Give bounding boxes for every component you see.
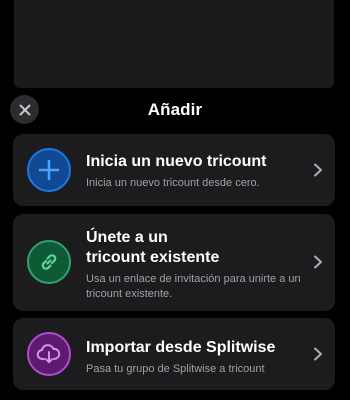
- sheet-title: Añadir: [147, 100, 203, 119]
- chevron-right-icon: [314, 347, 322, 361]
- plus-icon: [38, 159, 60, 181]
- chevron-right-icon: [314, 163, 322, 177]
- link-icon: [41, 254, 57, 270]
- join-tricount-option[interactable]: Únete a un tricount existente Usa un enl…: [13, 214, 335, 311]
- option-subtitle: Pasa tu grupo de Splitwise a tricount: [86, 363, 265, 375]
- option-title: Importar desde Splitwise: [86, 339, 276, 356]
- option-title: Únete a un tricount existente: [86, 229, 220, 266]
- cloud-download-icon-badge: [27, 332, 71, 376]
- option-subtitle: Usa un enlace de invitación para unirte …: [86, 273, 301, 300]
- screen: Añadir Inicia un nuevo tricount Inicia u…: [0, 0, 350, 400]
- cloud-download-icon: [36, 344, 61, 364]
- plus-icon-badge: [27, 148, 71, 192]
- import-splitwise-option[interactable]: Importar desde Splitwise Pasa tu grupo d…: [13, 318, 335, 390]
- chevron-right-icon: [314, 255, 322, 269]
- background-card: [14, 0, 334, 88]
- link-icon-badge: [27, 240, 71, 284]
- option-subtitle: Inicia un nuevo tricount desde cero.: [86, 177, 260, 189]
- option-title: Inicia un nuevo tricount: [86, 153, 267, 170]
- new-tricount-option[interactable]: Inicia un nuevo tricount Inicia un nuevo…: [13, 134, 335, 206]
